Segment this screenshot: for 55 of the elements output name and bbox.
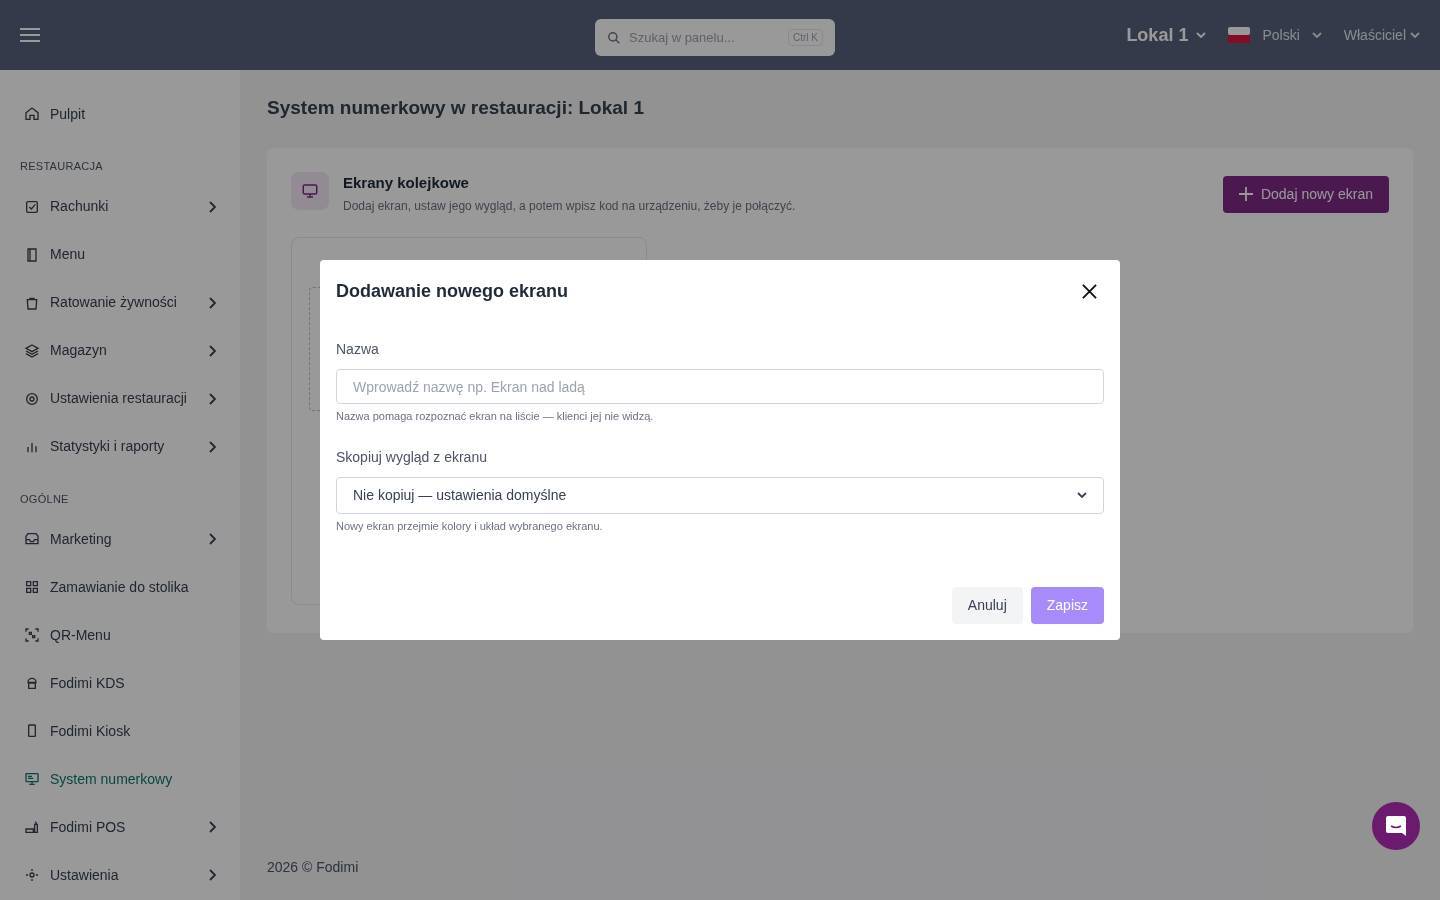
sidebar-item[interactable]: Rachunki (0, 182, 240, 231)
home-icon (24, 106, 40, 122)
book-icon (24, 246, 40, 263)
footer-text: 2026 © Fodimi (267, 858, 360, 877)
flag-icon (1228, 27, 1251, 43)
add-screen-button[interactable]: Dodaj nowy ekran (1222, 175, 1389, 213)
sidebar-item[interactable]: Fodimi POS (0, 803, 240, 851)
modal-title: Dodawanie nowego ekranu (336, 280, 569, 303)
sidebar-item[interactable]: Ratowanie żywności (0, 278, 240, 327)
screen-select[interactable]: Nie kopiuj — ustawienia domyślne (336, 476, 1104, 514)
close-icon[interactable] (1082, 284, 1097, 299)
field-hint: Nowy ekran przejmie kolory i układ wybranego ekranu. (336, 518, 604, 534)
card-title: Ekrany kolejkowe (343, 172, 470, 193)
grid-icon (24, 579, 40, 595)
location-dropdown[interactable]: Lokal 1 (1126, 21, 1207, 49)
chat-icon (1385, 815, 1407, 837)
sidebar-item[interactable]: Pulpit (0, 90, 240, 138)
chevron-down-icon (1410, 31, 1420, 39)
sidebar-item[interactable]: Marketing (0, 515, 240, 563)
chat-button[interactable] (1372, 802, 1420, 850)
sidebar-item[interactable]: Ustawienia (0, 851, 240, 899)
inbox-icon (24, 531, 40, 547)
sidebar-item[interactable]: Magazyn (0, 326, 240, 375)
monitor-icon (24, 771, 40, 787)
language-dropdown[interactable]: Polski (1228, 24, 1322, 46)
section-heading: OGÓLNE (19, 491, 70, 507)
shortcut-hint: Ctrl K (788, 29, 823, 46)
sidebar-item[interactable]: Zamawianie do stolika (0, 563, 240, 611)
menu-icon[interactable] (20, 27, 40, 43)
chevron-down-icon (1077, 491, 1087, 499)
sidebar-item[interactable]: Ustawienia restauracji (0, 374, 240, 423)
layers-icon (24, 342, 40, 359)
sidebar-item[interactable]: QR-Menu (0, 611, 240, 659)
chevron-down-icon (1311, 31, 1322, 39)
field-hint: Nazwa pomaga rozpoznać ekran na liście — klienci jej nie widzą. (336, 409, 655, 424)
sidebar-item[interactable]: Statystyki i raporty (0, 422, 240, 471)
page-title: System numerkowy w restauracji: Lokal 1 (267, 96, 645, 120)
search-icon (607, 30, 621, 45)
qr-code-icon (24, 627, 40, 643)
sidebar-item[interactable]: Fodimi KDS (0, 659, 240, 707)
section-heading: RESTAURACJA (19, 159, 104, 174)
plus-icon (1238, 187, 1253, 201)
cancel-button[interactable]: Anuluj (951, 587, 1023, 624)
chevron-down-icon (1196, 31, 1207, 39)
card-description: Dodaj ekran, ustaw jego wygląd, a potem wpisz kod na urządzeniu, żeby je połączyć. (343, 198, 796, 215)
field-label: Skopiuj wygląd z ekranu (336, 447, 488, 467)
monitor-icon (291, 171, 329, 210)
sidebar-item[interactable]: Menu (0, 230, 240, 279)
sidebar-item[interactable]: System numerkowy (0, 755, 240, 803)
sidebar-item[interactable]: Fodimi Kiosk (0, 707, 240, 755)
register-icon (24, 819, 40, 835)
checkbox-icon (24, 198, 40, 215)
field-label: Nazwa (336, 340, 380, 359)
name-input[interactable]: Wprowadź nazwę np. Ekran nad ladą (336, 369, 1104, 404)
user-dropdown[interactable]: Właściciel (1343, 24, 1420, 46)
